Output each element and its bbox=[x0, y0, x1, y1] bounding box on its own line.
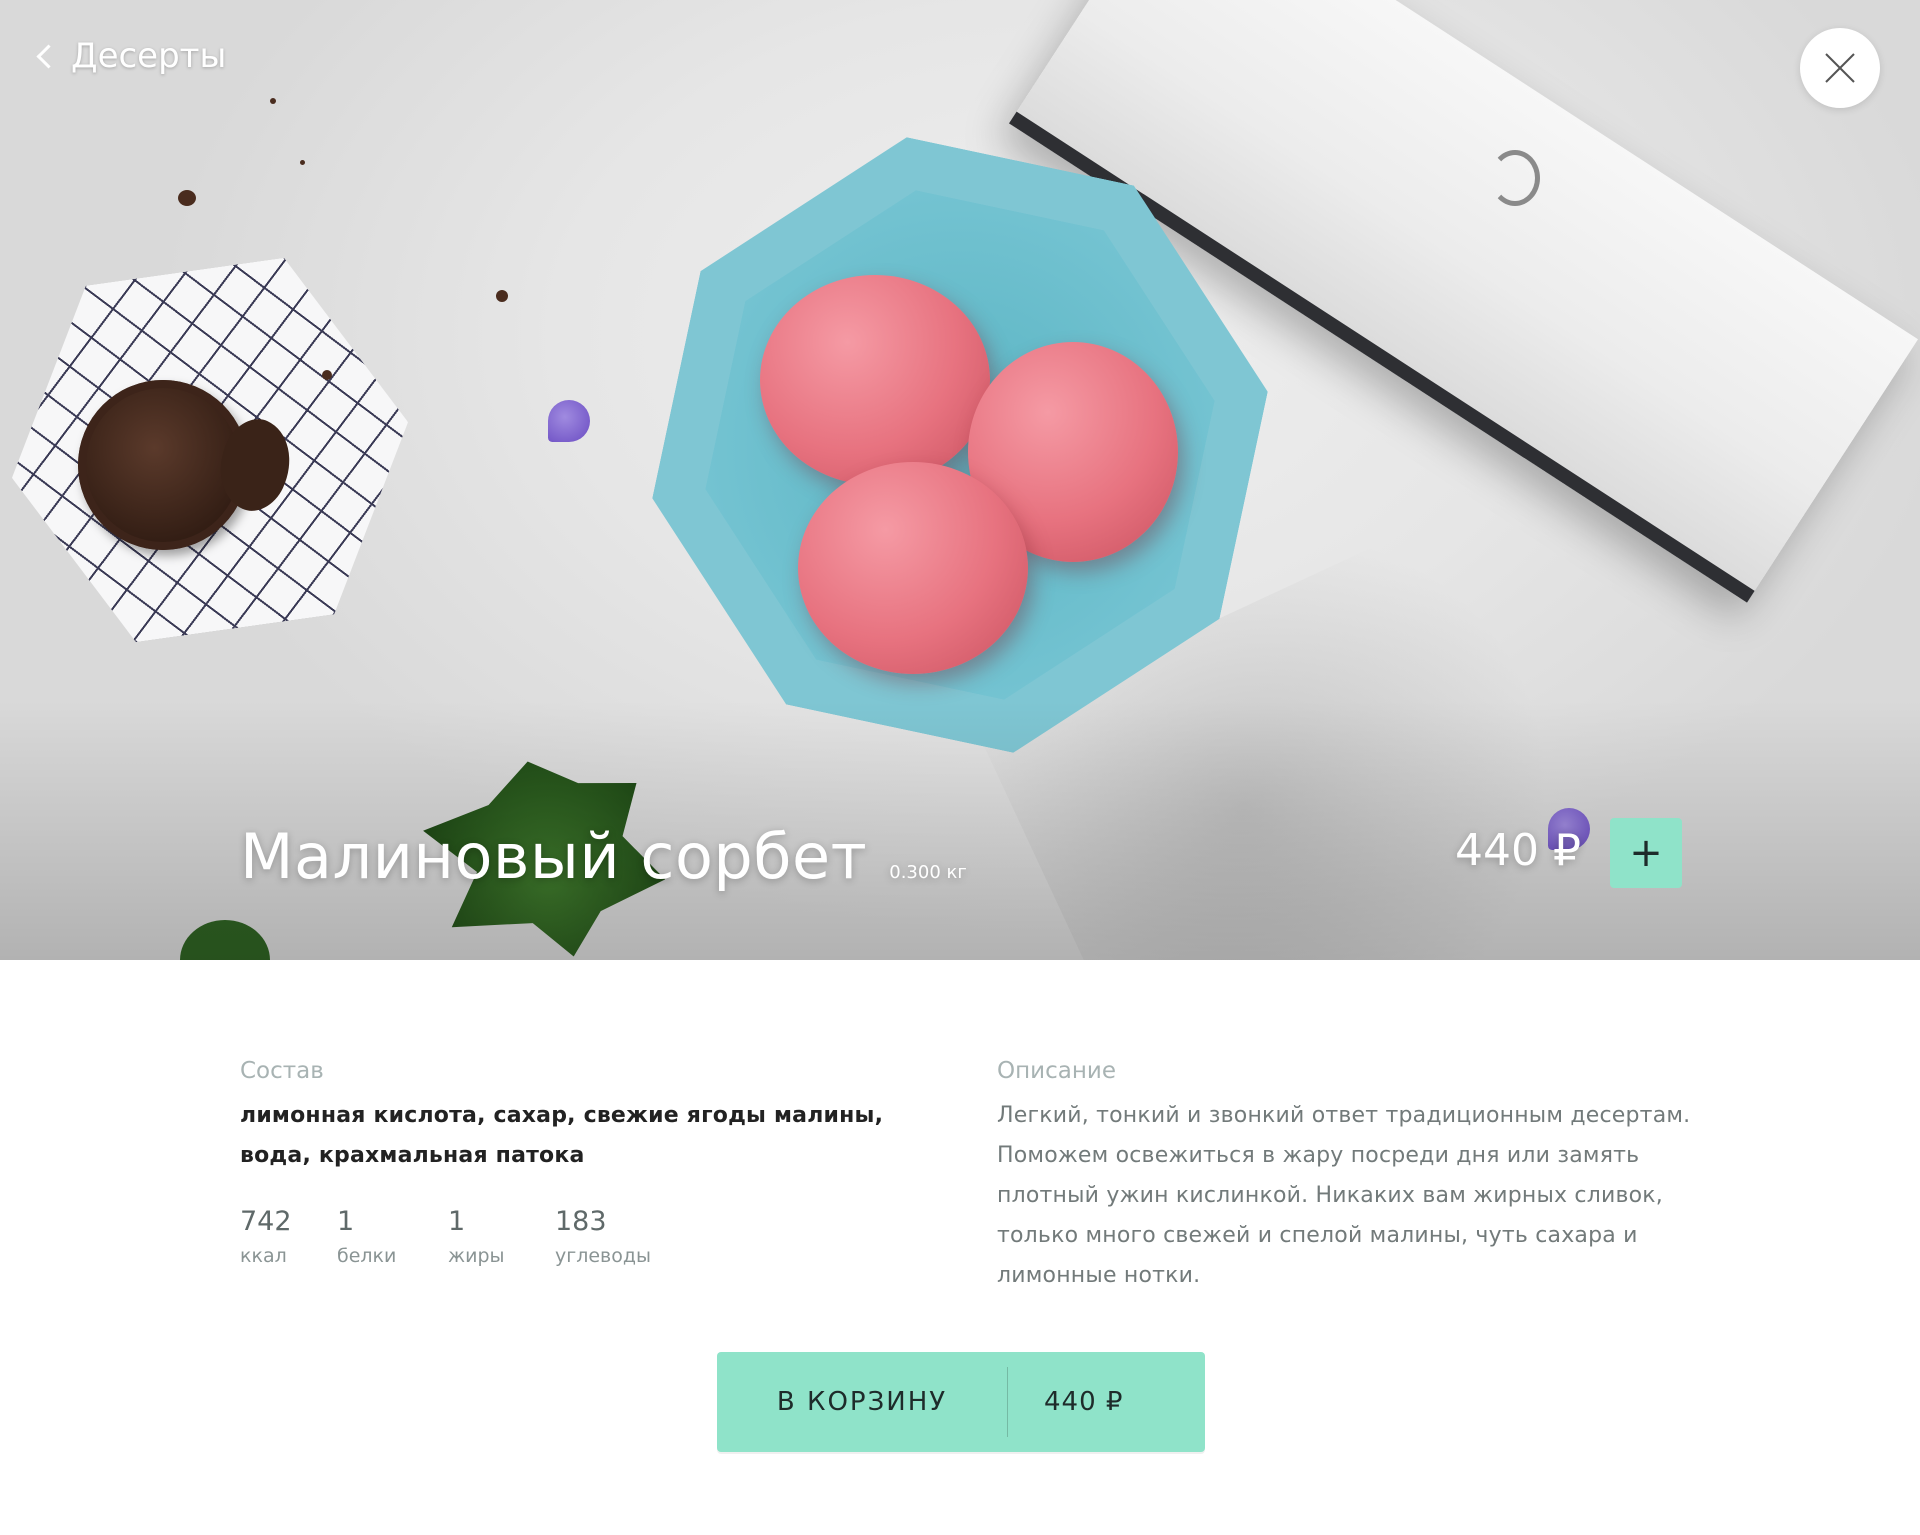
close-icon bbox=[1825, 53, 1855, 83]
nutrition-unit: жиры bbox=[448, 1245, 505, 1267]
chevron-left-icon bbox=[36, 43, 61, 69]
nutrition-value: 742 bbox=[240, 1206, 292, 1237]
nutrition-item-carbs: 183 углеводы bbox=[555, 1206, 675, 1267]
hero-photo: Десерты Малиновый сорбет 0.300 кг 440 ₽ … bbox=[0, 0, 1920, 960]
nutrition-item-protein: 1 белки bbox=[337, 1206, 448, 1267]
nutrition-item-kcal: 742 ккал bbox=[240, 1206, 337, 1267]
cart-button-price: 440 ₽ bbox=[1044, 1387, 1124, 1417]
book-ring-decoration bbox=[1490, 150, 1540, 206]
nutrition-value: 183 bbox=[555, 1206, 607, 1237]
crumb bbox=[496, 290, 508, 302]
back-link[interactable]: Десерты bbox=[36, 36, 227, 76]
nutrition-unit: углеводы bbox=[555, 1245, 652, 1267]
crumb bbox=[178, 190, 196, 206]
add-to-cart-plus-button[interactable]: + bbox=[1610, 818, 1682, 888]
description-text: Легкий, тонкий и звонкий ответ традицион… bbox=[997, 1103, 1691, 1288]
crumb bbox=[322, 370, 332, 380]
flower-decoration bbox=[548, 400, 590, 442]
add-to-cart-button[interactable]: В КОРЗИНУ 440 ₽ bbox=[717, 1352, 1205, 1452]
nutrition-value: 1 bbox=[337, 1206, 355, 1237]
product-details: Состав лимонная кислота, сахар, свежие я… bbox=[0, 960, 1920, 1535]
back-link-label: Десерты bbox=[71, 36, 227, 76]
nutrition-value: 1 bbox=[448, 1206, 466, 1237]
description-section: Описание Легкий, тонкий и звонкий ответ … bbox=[997, 1058, 1697, 1296]
crumb bbox=[270, 98, 276, 104]
ingredients-title: Состав bbox=[240, 1058, 324, 1084]
product-title: Малиновый сорбет bbox=[240, 820, 868, 893]
cart-button-label: В КОРЗИНУ bbox=[776, 1387, 948, 1417]
nutrition-unit: белки bbox=[337, 1245, 397, 1267]
product-heading: Малиновый сорбет 0.300 кг bbox=[240, 820, 967, 893]
sorbet-scoop bbox=[760, 275, 990, 485]
crumb bbox=[300, 160, 305, 165]
ingredients-text: лимонная кислота, сахар, свежие ягоды ма… bbox=[240, 1103, 884, 1168]
nutrition-item-fat: 1 жиры bbox=[448, 1206, 555, 1267]
description-title: Описание bbox=[997, 1058, 1116, 1084]
product-weight: 0.300 кг bbox=[889, 862, 967, 883]
close-button[interactable] bbox=[1800, 28, 1880, 108]
nutrition-unit: ккал bbox=[240, 1245, 287, 1267]
sorbet-scoop bbox=[798, 462, 1028, 674]
product-price: 440 ₽ bbox=[1455, 825, 1581, 876]
nutrition-facts: 742 ккал 1 белки 1 жиры 183 углеводы bbox=[240, 1206, 675, 1267]
ingredients-section: Состав лимонная кислота, сахар, свежие я… bbox=[240, 1058, 940, 1176]
